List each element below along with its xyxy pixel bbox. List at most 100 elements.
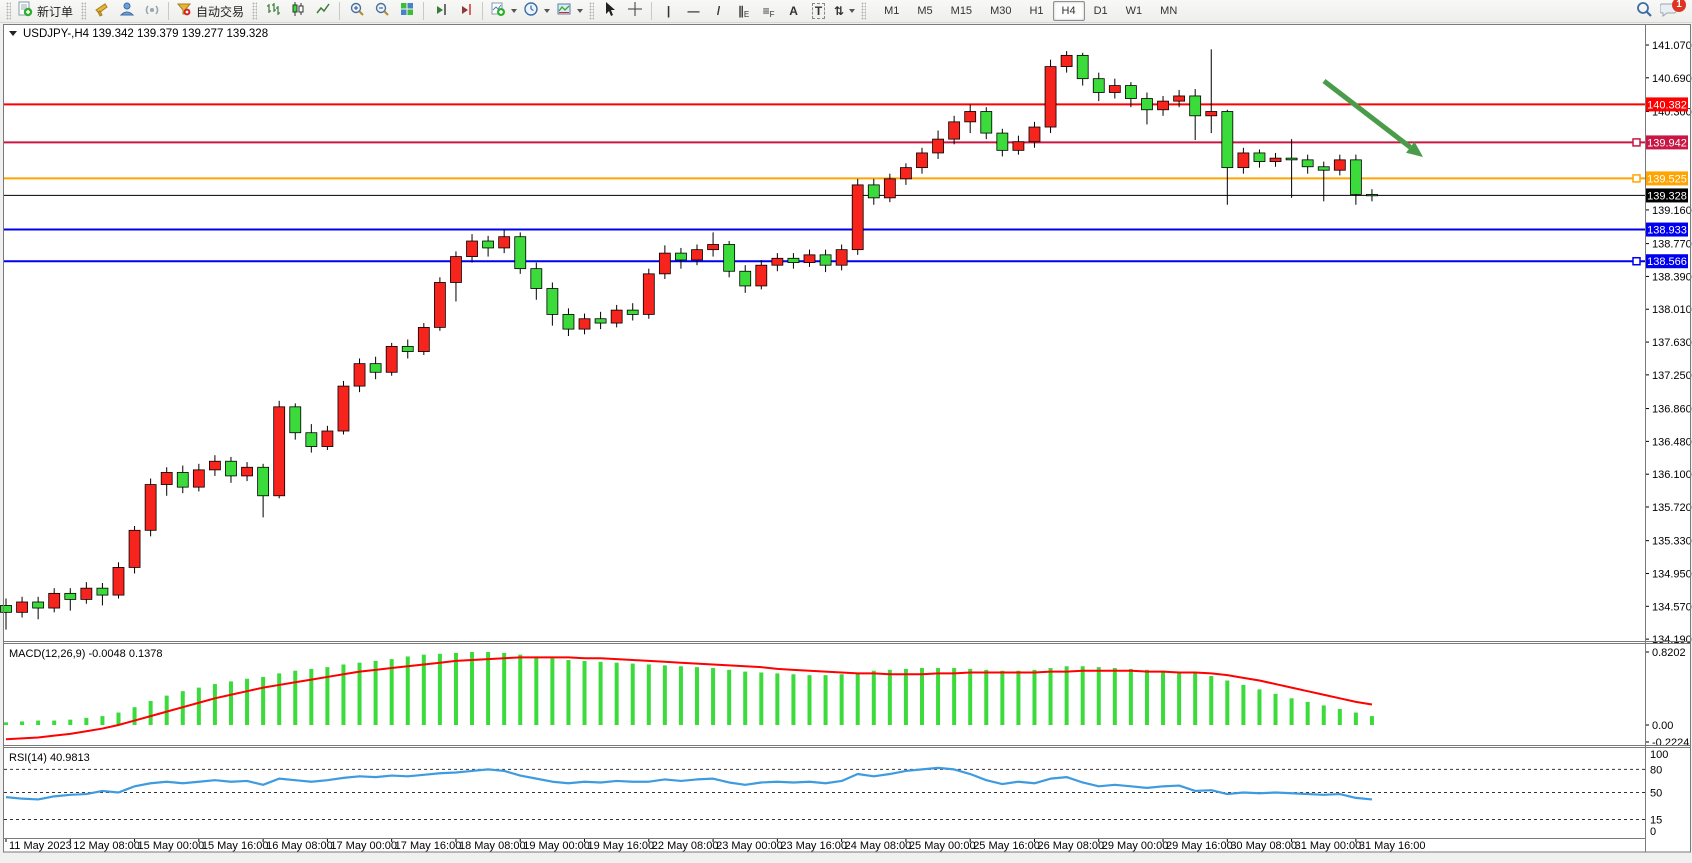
macd-histogram-bar [599,662,603,725]
candle-body [402,346,413,351]
auto-trading-button[interactable]: 自动交易 [173,1,249,22]
candle-body [868,185,879,198]
candle-body [193,470,204,487]
candle-body [386,346,397,372]
profile-button[interactable] [114,1,139,22]
chart-window[interactable]: 141.070140.690140.300139.160138.770138.3… [0,0,1692,863]
zoom-out-button[interactable] [369,1,394,22]
candle-body [17,602,28,612]
candle-body [788,258,799,262]
trendline-tool-button[interactable]: / [706,1,731,22]
macd-histogram-bar [438,654,442,725]
time-axis-label: 23 May 00:00 [716,840,783,852]
macd-histogram-bar [743,672,747,725]
macd-histogram-bar [20,721,24,725]
toolbar-drag-handle[interactable] [861,2,866,20]
text-label-tool-button[interactable]: T [806,1,831,22]
period-button[interactable] [520,1,553,22]
timeframe-button-D1[interactable]: D1 [1085,1,1117,21]
new-order-button[interactable]: 新订单 [14,1,78,22]
timeframe-button-MN[interactable]: MN [1151,1,1186,21]
fibonacci-icon: ≡ [763,4,770,18]
candle-body [627,310,638,314]
horizontal-line-tool-button[interactable]: — [681,1,706,22]
macd-histogram-bar [952,668,956,725]
search-icon [1635,0,1653,23]
price-axis-label: 135.720 [1652,502,1692,514]
chart-shift-button[interactable] [453,1,478,22]
bar-chart-icon [265,1,281,22]
candle-body [1013,142,1024,151]
megaphone-icon [94,1,110,22]
line-handle-marker[interactable] [1633,258,1640,265]
candle-body [274,407,285,496]
crosshair-icon [627,1,643,22]
signal-button[interactable] [139,1,164,22]
line-handle-marker[interactable] [1633,175,1640,182]
notifications-button[interactable]: 1 [1656,1,1681,22]
timeframe-button-M1[interactable]: M1 [875,1,908,21]
candle-body [675,253,686,260]
time-axis-label: 18 May 08:00 [459,840,526,852]
price-axis-label: 136.100 [1652,469,1692,481]
candle-body [33,602,44,608]
timeframe-button-M30[interactable]: M30 [981,1,1020,21]
text-tool-button[interactable]: A [781,1,806,22]
template-button[interactable] [553,1,586,22]
search-button[interactable] [1631,1,1656,22]
timeframe-button-W1[interactable]: W1 [1117,1,1152,21]
macd-histogram-bar [116,713,120,725]
candle-body [1061,55,1072,66]
crosshair-button[interactable] [622,1,647,22]
time-axis-label: 29 May 00:00 [1102,840,1169,852]
macd-histogram-bar [1274,694,1278,725]
rsi-axis-label: 80 [1650,764,1662,776]
timeframe-button-H4[interactable]: H4 [1053,1,1085,21]
macd-histogram-bar [1354,713,1358,725]
rsi-axis-label: 15 [1650,814,1662,826]
equidistant-channel-tool-button[interactable]: ∥ E [731,1,756,22]
tile-windows-button[interactable] [394,1,419,22]
timeframe-button-H1[interactable]: H1 [1020,1,1052,21]
zoom-in-button[interactable] [344,1,369,22]
macd-histogram-bar [293,671,297,725]
arrows-tool-button[interactable]: ⇅ [831,1,858,22]
candle-body [97,588,108,595]
timeframe-button-M15[interactable]: M15 [942,1,981,21]
candle-body [1318,167,1329,170]
timeframe-button-M5[interactable]: M5 [908,1,941,21]
candle-body [1286,158,1297,160]
trendline-icon: / [717,4,720,18]
toolbar-drag-handle[interactable] [252,2,257,20]
macd-histogram-bar [470,652,474,725]
macd-histogram-bar [52,721,56,725]
new-chart-button[interactable] [487,1,520,22]
bar-chart-button[interactable] [260,1,285,22]
notification-badge: 1 [1672,0,1686,12]
candle-body [113,567,124,595]
cursor-button[interactable] [597,1,622,22]
toolbar-drag-handle[interactable] [589,2,594,20]
line-chart-button[interactable] [310,1,335,22]
candle-body [836,250,847,266]
macd-histogram-bar [615,663,619,725]
macd-histogram-bar [1257,689,1261,725]
time-axis-label: 19 May 16:00 [588,840,655,852]
styles-button[interactable] [89,1,114,22]
text-label-icon: T [812,3,825,19]
macd-histogram-bar [695,667,699,725]
auto-scroll-button[interactable] [428,1,453,22]
candlestick-chart-button[interactable] [285,1,310,22]
candle-body [434,282,445,327]
toolbar-drag-handle[interactable] [6,2,11,20]
macd-histogram-bar [824,675,828,725]
macd-label: MACD(12,26,9) -0.0048 0.1378 [9,648,162,660]
candle-body [306,433,317,447]
candle-body [1077,55,1088,78]
text-icon: A [789,4,798,18]
toolbar-drag-handle[interactable] [81,2,86,20]
vertical-line-tool-button[interactable]: | [656,1,681,22]
line-handle-marker[interactable] [1633,139,1640,146]
fibonacci-tool-button[interactable]: ≡ F [756,1,781,22]
candle-body [145,485,156,531]
